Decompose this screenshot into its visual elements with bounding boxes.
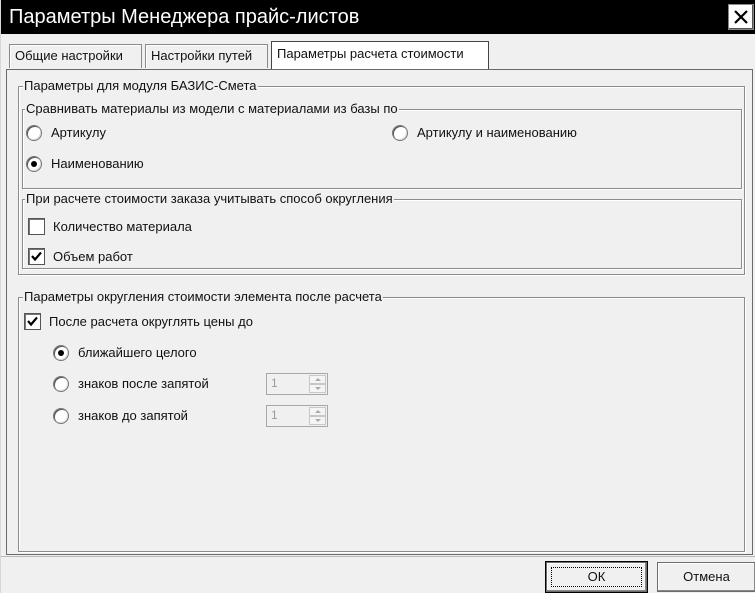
checkbox-work-volume[interactable]: Объем работ bbox=[28, 248, 188, 266]
checkmark-icon bbox=[27, 316, 38, 327]
rounding-group-title: Параметры округления стоимости элемента … bbox=[23, 289, 383, 305]
radio-label: знаков до запятой bbox=[78, 408, 188, 423]
radio-button[interactable] bbox=[53, 376, 69, 392]
tab-label: Параметры расчета стоимости bbox=[277, 46, 464, 61]
rounding-group: Параметры округления стоимости элемента … bbox=[18, 289, 745, 552]
tab-panel: Параметры для модуля БАЗИС-Смета Сравнив… bbox=[6, 69, 753, 555]
spin-down-icon[interactable] bbox=[309, 384, 326, 393]
tab-cost-calculation[interactable]: Параметры расчета стоимости bbox=[271, 41, 489, 69]
compare-group-title: Сравнивать материалы из модели с материа… bbox=[25, 101, 399, 117]
radio-label: знаков после запятой bbox=[78, 376, 209, 391]
radio-button[interactable] bbox=[53, 408, 69, 424]
tab-label: Общие настройки bbox=[15, 48, 123, 63]
checkbox-label: После расчета округлять цены до bbox=[49, 314, 253, 329]
ok-button[interactable]: ОК bbox=[545, 561, 648, 593]
spinner-buttons bbox=[309, 375, 326, 393]
rounding-method-group: При расчете стоимости заказа учитывать с… bbox=[22, 191, 742, 269]
cancel-button[interactable]: Отмена bbox=[657, 562, 755, 592]
bazis-group: Параметры для модуля БАЗИС-Смета Сравнив… bbox=[18, 78, 745, 275]
checkbox-material-quantity[interactable]: Количество материала bbox=[28, 218, 228, 236]
spinner-value: 1 bbox=[271, 376, 278, 390]
focus-rectangle bbox=[551, 567, 642, 587]
title-bar: Параметры Менеджера прайс-листов bbox=[1, 0, 755, 34]
spin-up-icon[interactable] bbox=[309, 407, 326, 416]
radio-article-and-name[interactable]: Артикулу и наименованию bbox=[392, 124, 632, 142]
checkbox[interactable] bbox=[28, 218, 45, 235]
cancel-button-label: Отмена bbox=[683, 569, 730, 584]
spin-down-icon[interactable] bbox=[309, 416, 326, 425]
bazis-group-title: Параметры для модуля БАЗИС-Смета bbox=[23, 78, 258, 94]
radio-nearest-integer[interactable]: ближайшего целого bbox=[53, 344, 253, 362]
tab-general[interactable]: Общие настройки bbox=[9, 44, 142, 68]
tab-label: Настройки путей bbox=[151, 48, 253, 63]
radio-article[interactable]: Артикулу bbox=[26, 124, 166, 142]
checkbox-label: Количество материала bbox=[53, 219, 192, 234]
radio-button[interactable] bbox=[26, 156, 42, 172]
tab-strip: Общие настройки Настройки путей Параметр… bbox=[1, 40, 755, 70]
spinner-buttons bbox=[309, 407, 326, 425]
radio-button[interactable] bbox=[53, 345, 69, 361]
radio-label: Артикулу bbox=[51, 125, 106, 140]
checkbox-round-prices[interactable]: После расчета округлять цены до bbox=[24, 313, 304, 331]
checkbox-label: Объем работ bbox=[53, 249, 133, 264]
checkbox[interactable] bbox=[28, 248, 45, 265]
checkbox[interactable] bbox=[24, 313, 41, 330]
compare-group: Сравнивать материалы из модели с материа… bbox=[22, 101, 742, 189]
radio-button[interactable] bbox=[392, 125, 408, 141]
footer-divider bbox=[1, 556, 755, 557]
window-title: Параметры Менеджера прайс-листов bbox=[9, 6, 360, 28]
radio-label: Наименованию bbox=[51, 156, 144, 171]
radio-decimals-after[interactable]: знаков после запятой bbox=[53, 375, 253, 393]
radio-name[interactable]: Наименованию bbox=[26, 155, 186, 173]
radio-label: Артикулу и наименованию bbox=[417, 125, 577, 140]
radio-label: ближайшего целого bbox=[78, 345, 197, 360]
radio-button[interactable] bbox=[26, 125, 42, 141]
rounding-method-group-title: При расчете стоимости заказа учитывать с… bbox=[25, 191, 394, 207]
spin-up-icon[interactable] bbox=[309, 375, 326, 384]
close-icon bbox=[734, 10, 748, 24]
settings-dialog: Параметры Менеджера прайс-листов Общие н… bbox=[0, 0, 755, 593]
decimals-after-spinner[interactable]: 1 bbox=[266, 373, 328, 395]
checkmark-icon bbox=[31, 251, 42, 262]
radio-decimals-before[interactable]: знаков до запятой bbox=[53, 407, 253, 425]
close-button[interactable] bbox=[728, 4, 754, 30]
spinner-value: 1 bbox=[271, 408, 278, 422]
decimals-before-spinner[interactable]: 1 bbox=[266, 405, 328, 427]
tab-paths[interactable]: Настройки путей bbox=[145, 44, 268, 68]
